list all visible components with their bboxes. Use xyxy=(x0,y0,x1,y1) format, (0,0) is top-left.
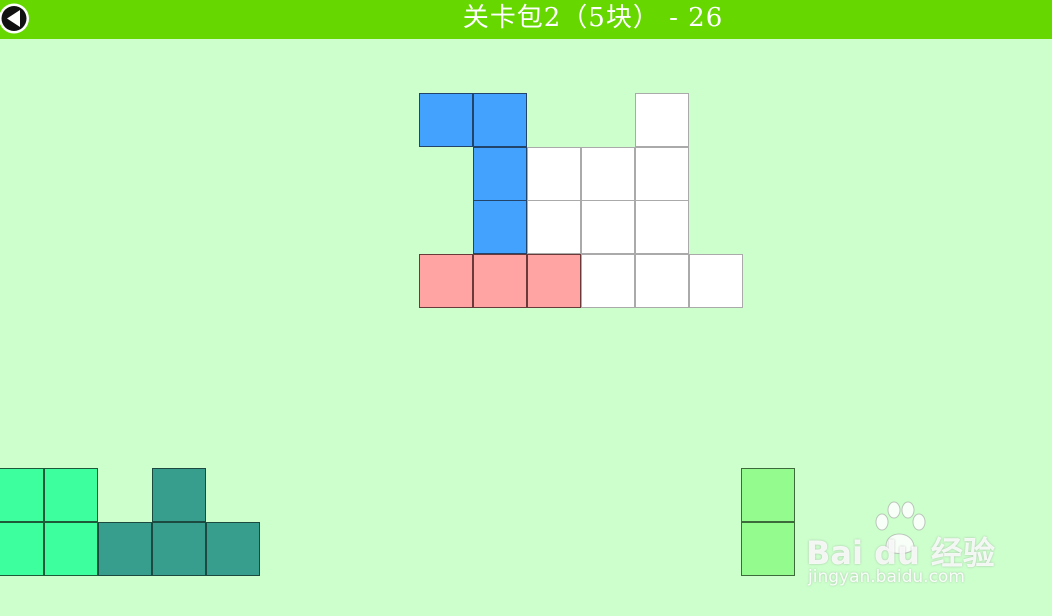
piece-cell[interactable] xyxy=(44,468,98,522)
board-cell[interactable] xyxy=(689,254,743,308)
baidu-watermark: Bai du 经验 jingyan.baidu.com xyxy=(806,500,1006,595)
paw-logo-icon xyxy=(875,501,926,554)
piece-cell[interactable] xyxy=(473,200,527,254)
piece-cell[interactable] xyxy=(152,468,206,522)
piece-cell[interactable] xyxy=(419,254,473,308)
board-cell[interactable] xyxy=(581,254,635,308)
piece-cell[interactable] xyxy=(0,468,44,522)
piece-cell[interactable] xyxy=(419,93,473,147)
piece-cell[interactable] xyxy=(152,522,206,576)
board-cell[interactable] xyxy=(635,254,689,308)
board-cell[interactable] xyxy=(581,147,635,201)
piece-cell[interactable] xyxy=(473,254,527,308)
piece-cell[interactable] xyxy=(473,147,527,201)
watermark-url: jingyan.baidu.com xyxy=(808,567,965,587)
piece-cell[interactable] xyxy=(741,468,795,522)
board-cell[interactable] xyxy=(635,147,689,201)
piece-cell[interactable] xyxy=(473,93,527,147)
watermark-brand: Bai du 经验 xyxy=(806,534,995,572)
piece-cell[interactable] xyxy=(98,522,152,576)
piece-cell[interactable] xyxy=(0,522,44,576)
piece-cell[interactable] xyxy=(206,522,260,576)
piece-cell[interactable] xyxy=(741,522,795,576)
piece-cell[interactable] xyxy=(44,522,98,576)
level-title: 关卡包2（5块） - 26 xyxy=(462,3,724,33)
board-cell[interactable] xyxy=(581,200,635,254)
board-cell[interactable] xyxy=(635,200,689,254)
board-cell[interactable] xyxy=(635,93,689,147)
piece-cell[interactable] xyxy=(527,254,581,308)
board-cell[interactable] xyxy=(527,147,581,201)
header-bar: 关卡包2（5块） - 26 xyxy=(0,0,1052,39)
board-cell[interactable] xyxy=(527,200,581,254)
